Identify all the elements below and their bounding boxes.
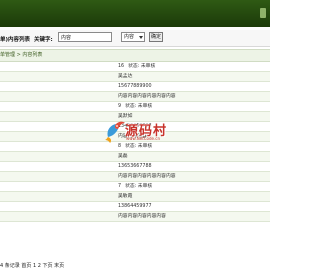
list-row-content: 7 状态: 未审核 [118,182,152,192]
search-bar: 单)内容列表 关键字: 内容 内容 确定 [0,30,270,47]
list-row: 吴磊 [0,152,270,162]
list-row: 7 状态: 未审核 [0,182,270,192]
list-row-text: 9 [118,104,122,109]
submit-button[interactable]: 确定 [149,32,163,42]
top-header-bar [0,0,270,27]
list-row-content: 内容内容内容内容内容内容 [118,92,176,102]
list-row-text: 7 [118,184,122,189]
status-label: 状态: 未审核 [128,64,156,69]
list-row-content: 16 状态: 未审核 [118,62,155,72]
list-row-content: 15677889900 [118,82,152,92]
list-row-text: 15677889900 [118,84,152,89]
list-row: 9 状态: 未审核 [0,102,270,112]
status-label: 状态: 未审核 [125,104,153,109]
list-row: 吴孟达 [0,72,270,82]
pagination[interactable]: 4 条记录 首页 1 2 下页 末页 [0,262,270,270]
list-row-text: 内容内容内容内容内容内容 [118,94,176,99]
search-field-select[interactable]: 内容 [121,32,145,42]
list-row-content: 内容内容内容内容内容内容 [118,172,176,182]
list-row-content: 吴磊 [118,152,128,162]
status-label: 状态: 未审核 [125,184,153,189]
list-row-content: 13653667788 [118,162,152,172]
list-row-content: 9 状态: 未审核 [118,102,152,112]
list-row: 15677889900 [0,82,270,92]
panel-title: 单)内容列表 [0,37,31,43]
list-row-text: 13653667788 [118,164,152,169]
list-row: 内容内容内容内容内容内容 [0,172,270,182]
list-row-content: 内容内容内容内容内容 [118,212,166,222]
header-decoration-icon [260,8,266,18]
bird-logo-icon [105,121,125,143]
chevron-down-icon [139,36,143,39]
list-row-text: 吴磊 [118,154,128,159]
list-row-content: 吴孟达 [118,72,132,82]
list-row-text: 吴孟达 [118,74,133,79]
list-row-content: 13864459977 [118,202,152,212]
list-row-text: 内容内容内容内容内容 [118,214,166,219]
keyword-input[interactable]: 内容 [58,32,112,42]
search-field-select-value: 内容 [124,34,135,40]
watermark-logo: 源码村 www.NetCode.cn [104,119,176,147]
keyword-label: 关键字: [34,37,53,43]
list-row: 内容内容内容内容内容 [0,212,270,222]
list-row: 内容内容内容内容内容内容 [0,92,270,102]
list-row-text: 13864459977 [118,204,152,209]
list-row-text: 吴敏霞 [118,194,133,199]
list-row-content: 吴敏霞 [118,192,132,202]
list-row-text: 16 [118,64,125,69]
breadcrumb: 单管理 > 内容列表 [0,49,270,62]
watermark-url: www.NetCode.cn [126,136,160,141]
list-row: 16 状态: 未审核 [0,62,270,72]
list-row: 13864459977 [0,202,270,212]
list-row: 吴敏霞 [0,192,270,202]
list-row: 13653667788 [0,162,270,172]
list-row-text: 内容内容内容内容内容内容 [118,174,176,179]
